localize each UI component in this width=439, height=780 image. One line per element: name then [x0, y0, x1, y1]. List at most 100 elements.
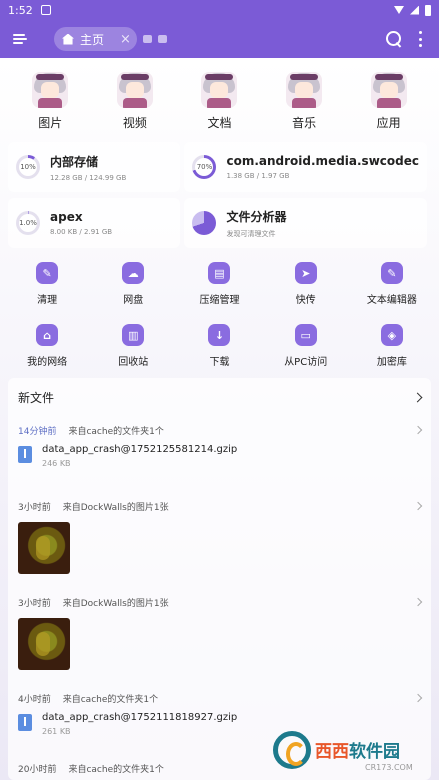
- more-options-icon[interactable]: [415, 30, 425, 48]
- tool-label: 我的网络: [27, 357, 68, 368]
- signal-icon: [410, 5, 419, 15]
- category-row: 图片 视频 文档 音乐 应用: [0, 58, 439, 136]
- tool-label: 回收站: [118, 357, 149, 368]
- tool-label: 下载: [209, 357, 230, 368]
- file-item[interactable]: data_app_crash@1752125581214.gzip 246 KB: [18, 444, 421, 484]
- zip-file-icon: [18, 714, 32, 731]
- tool-text-editor[interactable]: ✎ 文本编辑器: [349, 262, 435, 306]
- tab-home-label: 主页: [80, 32, 105, 47]
- recent-group-time: 3小时前: [18, 598, 51, 609]
- recent-group-header[interactable]: 3小时前 来自DockWalls的图片1张: [18, 492, 423, 520]
- tool-label: 从PC访问: [284, 357, 328, 368]
- tool-recycle-bin[interactable]: ▥ 回收站: [90, 324, 176, 368]
- archive-icon: ▤: [208, 262, 231, 284]
- recent-files-title: 新文件: [18, 390, 55, 405]
- tool-my-network[interactable]: ⌂ 我的网络: [4, 324, 90, 368]
- image-thumbnail[interactable]: [18, 618, 70, 670]
- menu-icon[interactable]: [8, 27, 32, 51]
- tool-clean[interactable]: ✎ 清理: [4, 262, 90, 306]
- wifi-icon: [394, 6, 404, 14]
- category-documents-icon: [201, 72, 238, 108]
- file-analyzer[interactable]: 文件分析器 发现可清理文件: [184, 198, 427, 248]
- storage-usage-ring: 1.0%: [16, 211, 40, 235]
- file-name: data_app_crash@1752125581214.gzip: [42, 444, 238, 455]
- tool-cloud[interactable]: ☁ 网盘: [90, 262, 176, 306]
- tool-label: 网盘: [123, 295, 144, 306]
- pie-chart-icon: [192, 211, 217, 235]
- file-size: 246 KB: [42, 459, 71, 468]
- storage-detail: 8.00 KB / 2.91 GB: [50, 228, 113, 236]
- tool-downloads[interactable]: ↓ 下载: [176, 324, 262, 368]
- recent-group-time: 14分钟前: [18, 426, 57, 437]
- storage-usage-ring: 10%: [16, 155, 40, 179]
- category-apps[interactable]: 应用: [354, 72, 424, 136]
- category-label: 视频: [122, 116, 147, 130]
- tool-compress[interactable]: ▤ 压缩管理: [176, 262, 262, 306]
- recent-group-header[interactable]: 14分钟前 来自cache的文件夹1个: [18, 416, 423, 444]
- recent-group: 14分钟前 来自cache的文件夹1个 data_app_crash@17521…: [8, 416, 431, 484]
- tab-home[interactable]: 主页 ×: [54, 27, 137, 51]
- file-name: data_app_crash@1752111818927.gzip: [42, 712, 238, 723]
- storage-apex[interactable]: 1.0% apex 8.00 KB / 2.91 GB: [8, 198, 181, 248]
- chevron-right-icon[interactable]: [413, 501, 423, 511]
- cloud-icon[interactable]: [157, 35, 167, 43]
- zip-file-icon: [18, 446, 32, 463]
- category-videos-icon: [116, 72, 153, 108]
- category-music[interactable]: 音乐: [269, 72, 339, 136]
- storage-detail: 12.28 GB / 124.99 GB: [50, 173, 127, 182]
- tool-vault[interactable]: ◈ 加密库: [349, 324, 435, 368]
- recent-group-time: 3小时前: [18, 502, 51, 513]
- status-icons: [394, 4, 431, 16]
- monitor-icon: ▭: [294, 324, 317, 346]
- home-icon: [62, 33, 74, 45]
- category-images[interactable]: 图片: [15, 72, 85, 136]
- image-thumbnail[interactable]: [18, 522, 70, 574]
- recent-files-header[interactable]: 新文件: [8, 378, 431, 416]
- recent-group-time: 20小时前: [18, 764, 57, 775]
- category-videos[interactable]: 视频: [100, 72, 170, 136]
- storage-grid: 10% 内部存储 12.28 GB / 124.99 GB 70% com.an…: [0, 136, 439, 248]
- broom-icon: ✎: [36, 262, 59, 284]
- watermark: 西西软件园 CR173.COM: [273, 719, 439, 780]
- recent-group-header[interactable]: 4小时前 来自cache的文件夹1个: [18, 684, 423, 712]
- storage-name: apex: [50, 210, 83, 224]
- tab-close-icon[interactable]: ×: [120, 32, 131, 47]
- watermark-url: CR173.COM: [365, 763, 413, 772]
- router-icon: ⌂: [36, 324, 59, 346]
- tool-label: 清理: [37, 295, 58, 306]
- chevron-right-icon[interactable]: [413, 597, 423, 607]
- recent-group-source: 来自DockWalls的图片1张: [62, 502, 169, 513]
- recent-group-time: 4小时前: [18, 694, 51, 705]
- category-documents[interactable]: 文档: [184, 72, 254, 136]
- recent-group-source: 来自cache的文件夹1个: [68, 764, 164, 775]
- cloud-icon: ☁: [122, 262, 145, 284]
- battery-icon: [425, 4, 431, 16]
- recent-group-source: 来自cache的文件夹1个: [68, 426, 164, 437]
- message-icon[interactable]: [142, 35, 152, 43]
- status-bar: 1:52: [0, 0, 439, 20]
- trash-icon: ▥: [122, 324, 145, 346]
- chevron-right-icon[interactable]: [413, 425, 423, 435]
- watermark-logo-icon: [273, 730, 311, 769]
- main-content: 图片 视频 文档 音乐 应用 10% 内部存储 12.28 GB / 124.9…: [0, 58, 439, 780]
- chevron-right-icon[interactable]: [412, 392, 423, 402]
- category-label: 图片: [38, 116, 63, 130]
- tab-extra-icons: [142, 35, 167, 43]
- storage-detail: 1.38 GB / 1.97 GB: [226, 172, 290, 180]
- storage-internal[interactable]: 10% 内部存储 12.28 GB / 124.99 GB: [8, 142, 181, 192]
- file-size: 261 KB: [42, 727, 71, 736]
- chevron-right-icon[interactable]: [413, 693, 423, 703]
- storage-swcodec[interactable]: 70% com.android.media.swcodec 1.38 GB / …: [184, 142, 427, 192]
- download-icon: ↓: [208, 324, 231, 346]
- category-apps-icon: [370, 72, 407, 108]
- notification-icon: [40, 5, 51, 15]
- search-icon[interactable]: [385, 30, 403, 48]
- recent-group-header[interactable]: 3小时前 来自DockWalls的图片1张: [18, 588, 423, 616]
- shield-icon: ◈: [380, 324, 403, 346]
- app-bar: 主页 ×: [0, 20, 439, 58]
- recent-group-source: 来自DockWalls的图片1张: [62, 598, 169, 609]
- watermark-text: 西西软件园: [315, 742, 400, 762]
- tool-quick-send[interactable]: ➤ 快传: [263, 262, 349, 306]
- recent-group: 3小时前 来自DockWalls的图片1张: [8, 492, 431, 574]
- tool-pc-access[interactable]: ▭ 从PC访问: [263, 324, 349, 368]
